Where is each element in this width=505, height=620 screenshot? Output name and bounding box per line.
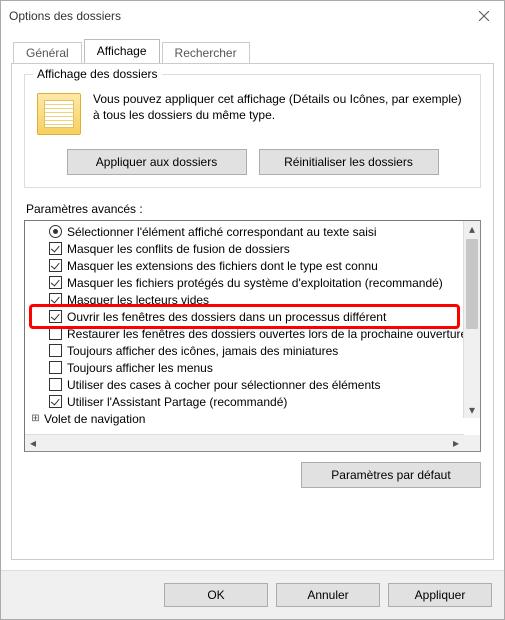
checkbox-icon[interactable] <box>49 242 62 255</box>
scroll-left-icon[interactable]: ◂ <box>25 435 41 451</box>
tab-display[interactable]: Affichage <box>84 39 160 63</box>
window-title: Options des dossiers <box>9 9 121 23</box>
list-item[interactable]: Utiliser des cases à cocher pour sélecti… <box>31 376 464 393</box>
cancel-button[interactable]: Annuler <box>276 583 380 607</box>
apply-to-folders-button[interactable]: Appliquer aux dossiers <box>67 149 247 175</box>
highlight-box <box>29 304 460 329</box>
list-item-label: Masquer les conflits de fusion de dossie… <box>67 242 290 256</box>
list-item[interactable]: Utiliser l'Assistant Partage (recommandé… <box>31 393 464 410</box>
folder-views-group: Affichage des dossiers Vous pouvez appli… <box>24 74 481 188</box>
list-item-label: Masquer les fichiers protégés du système… <box>67 276 443 290</box>
titlebar: Options des dossiers <box>1 1 504 31</box>
checkbox-icon[interactable] <box>49 361 62 374</box>
advanced-settings-list: Sélectionner l'élément affiché correspon… <box>24 220 481 452</box>
list-item-label: Utiliser des cases à cocher pour sélecti… <box>67 378 381 392</box>
vertical-scrollbar[interactable]: ▴ ▾ <box>463 221 480 418</box>
tab-search[interactable]: Rechercher <box>162 42 250 64</box>
list-item[interactable]: Masquer les fichiers protégés du système… <box>31 274 464 291</box>
list-item[interactable]: Masquer les conflits de fusion de dossie… <box>31 240 464 257</box>
list-item-label: Volet de navigation <box>44 412 145 426</box>
checkbox-icon[interactable] <box>49 276 62 289</box>
folder-icon <box>37 93 81 135</box>
list-item-label: Toujours afficher des icônes, jamais des… <box>67 344 338 358</box>
list-item-label: Toujours afficher les menus <box>67 361 213 375</box>
apply-button[interactable]: Appliquer <box>388 583 492 607</box>
folder-options-dialog: Options des dossiers Général Affichage R… <box>0 0 505 620</box>
radio-icon[interactable] <box>49 225 62 238</box>
tabstrip: Général Affichage Rechercher <box>11 39 494 63</box>
list-item-label: Utiliser l'Assistant Partage (recommandé… <box>67 395 287 409</box>
dialog-button-bar: OK Annuler Appliquer <box>1 570 504 619</box>
checkbox-icon[interactable] <box>49 378 62 391</box>
scroll-down-icon[interactable]: ▾ <box>464 402 480 418</box>
scroll-up-icon[interactable]: ▴ <box>464 221 480 237</box>
list-item-label: Masquer les extensions des fichiers dont… <box>67 259 378 273</box>
checkbox-icon[interactable] <box>49 395 62 408</box>
checkbox-icon[interactable] <box>49 259 62 272</box>
ok-button[interactable]: OK <box>164 583 268 607</box>
advanced-settings-label: Paramètres avancés : <box>26 202 481 216</box>
checkbox-icon[interactable] <box>49 344 62 357</box>
restore-defaults-button[interactable]: Paramètres par défaut <box>301 462 481 488</box>
expand-icon[interactable]: ⊞ <box>31 413 40 424</box>
reset-folders-button[interactable]: Réinitialiser les dossiers <box>259 149 439 175</box>
list-item[interactable]: Toujours afficher des icônes, jamais des… <box>31 342 464 359</box>
list-item[interactable]: Toujours afficher les menus <box>31 359 464 376</box>
close-button[interactable] <box>464 2 504 30</box>
list-item[interactable]: Masquer les extensions des fichiers dont… <box>31 257 464 274</box>
list-item[interactable]: ⊞ Volet de navigation <box>31 410 464 427</box>
horizontal-scrollbar[interactable]: ◂ ▸ <box>25 434 464 451</box>
scroll-corner <box>464 435 480 451</box>
list-item-label: Sélectionner l'élément affiché correspon… <box>67 225 377 239</box>
tab-general[interactable]: Général <box>13 42 82 64</box>
list-item[interactable]: Sélectionner l'élément affiché correspon… <box>31 223 464 240</box>
close-icon <box>479 11 489 21</box>
scroll-thumb[interactable] <box>466 239 478 329</box>
group-title: Affichage des dossiers <box>33 67 162 81</box>
group-description: Vous pouvez appliquer cet affichage (Dét… <box>93 91 468 123</box>
scroll-right-icon[interactable]: ▸ <box>448 435 464 451</box>
tab-page-display: Affichage des dossiers Vous pouvez appli… <box>11 63 494 560</box>
